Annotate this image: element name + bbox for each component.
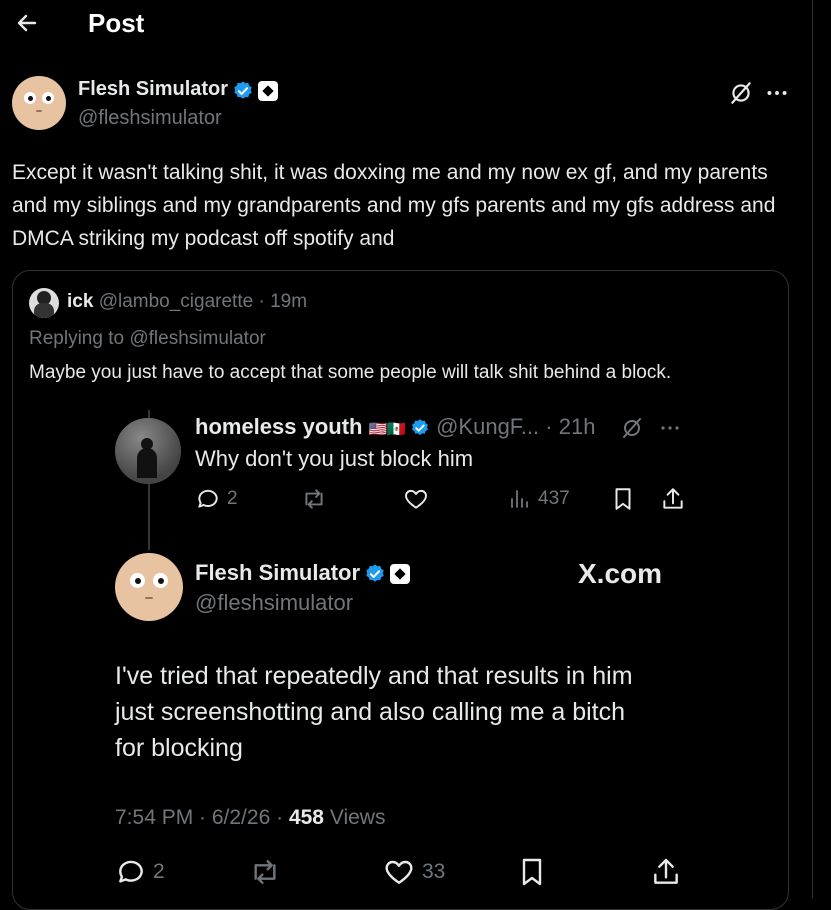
like-button (402, 486, 430, 512)
bookmark-icon (615, 488, 631, 510)
views-count: 437 (538, 488, 570, 509)
affiliate-badge-icon (390, 564, 411, 585)
reply-text-line: for blocking (115, 734, 243, 762)
parent-author-name: homeless youth (195, 414, 363, 439)
reply-avatar (115, 553, 183, 621)
reply-views-label: Views (329, 806, 386, 829)
reply-text: I've tried that repeatedly and that resu… (115, 658, 775, 766)
reply-icon (198, 489, 218, 508)
post-text: Except it wasn't talking shit, it was do… (12, 161, 776, 250)
reply-meta: 7:54 PM · 6/2/26 · 458 Views (115, 806, 385, 830)
reply-count: 2 (227, 488, 238, 509)
share-button (660, 486, 686, 512)
like-count: 33 (422, 860, 446, 883)
share-icon (654, 858, 678, 884)
grok-icon (620, 416, 644, 445)
bookmark-button (610, 486, 636, 512)
reply-count: 2 (153, 860, 165, 883)
parent-avatar (115, 418, 181, 484)
avatar[interactable] (12, 76, 66, 130)
x-com-watermark: X.com (578, 558, 663, 589)
repost-button (300, 486, 328, 512)
replying-to-handle[interactable]: @fleshsimulator (129, 328, 266, 349)
grok-icon[interactable] (728, 80, 754, 111)
reply-icon (119, 860, 143, 883)
reply-timestamp: 7:54 PM · 6/2/26 · (115, 806, 284, 829)
verified-badge-icon (366, 564, 384, 582)
reply-text-line: I've tried that repeatedly and that resu… (115, 662, 633, 690)
replying-to-prefix: Replying to (29, 328, 125, 349)
post-author-header: Flesh Simulator (78, 78, 279, 102)
back-arrow-icon[interactable] (12, 8, 42, 38)
reply-button: 2 (195, 486, 238, 512)
quote-author-name[interactable]: ick (67, 291, 93, 312)
like-icon (385, 860, 413, 884)
parent-author-handle: @KungF... (436, 414, 540, 439)
quote-author-header: ick @lambo_cigarette · 19m (67, 291, 307, 313)
parent-time: · 21h (545, 414, 596, 439)
replying-to: Replying to @fleshsimulator (29, 328, 266, 350)
parent-text: Why don't you just block him (195, 446, 474, 471)
share-button (650, 856, 682, 888)
verified-badge-icon (412, 419, 428, 436)
quote-author-handle[interactable]: @lambo_cigarette (99, 291, 253, 312)
reply-text-line: just screenshotting and also calling me … (115, 698, 626, 726)
verified-badge-icon (234, 81, 252, 99)
bookmark-button (516, 856, 548, 888)
reply-author-name: Flesh Simulator (195, 560, 361, 585)
parent-header: homeless youth 🇺🇸🇲🇽 @KungF... · 21h (195, 414, 595, 440)
like-button: 33 (382, 856, 445, 888)
repost-icon (305, 489, 323, 509)
author-handle[interactable]: @fleshsimulator (78, 107, 222, 130)
quote-time[interactable]: · 19m (258, 291, 307, 312)
repost-button (248, 856, 282, 888)
reply-author-header: Flesh Simulator (195, 560, 411, 586)
share-icon (663, 488, 683, 509)
column-divider (812, 0, 813, 898)
more-icon (658, 416, 682, 445)
reply-author-handle: @fleshsimulator (195, 590, 354, 615)
quote-text: Maybe you just have to accept that some … (29, 362, 672, 383)
repost-icon (254, 860, 276, 884)
more-icon[interactable] (764, 80, 790, 111)
reply-button: 2 (115, 856, 165, 888)
like-icon (405, 489, 427, 509)
bookmark-icon (522, 858, 542, 886)
author-name[interactable]: Flesh Simulator (78, 78, 228, 100)
page-title: Post (88, 8, 145, 38)
quote-avatar[interactable] (29, 288, 59, 318)
parent-flags: 🇺🇸🇲🇽 (368, 421, 406, 438)
affiliate-badge-icon (258, 80, 279, 101)
views-icon (511, 490, 528, 508)
reply-views-count: 458 (288, 806, 324, 829)
views-button: 437 (508, 486, 570, 512)
